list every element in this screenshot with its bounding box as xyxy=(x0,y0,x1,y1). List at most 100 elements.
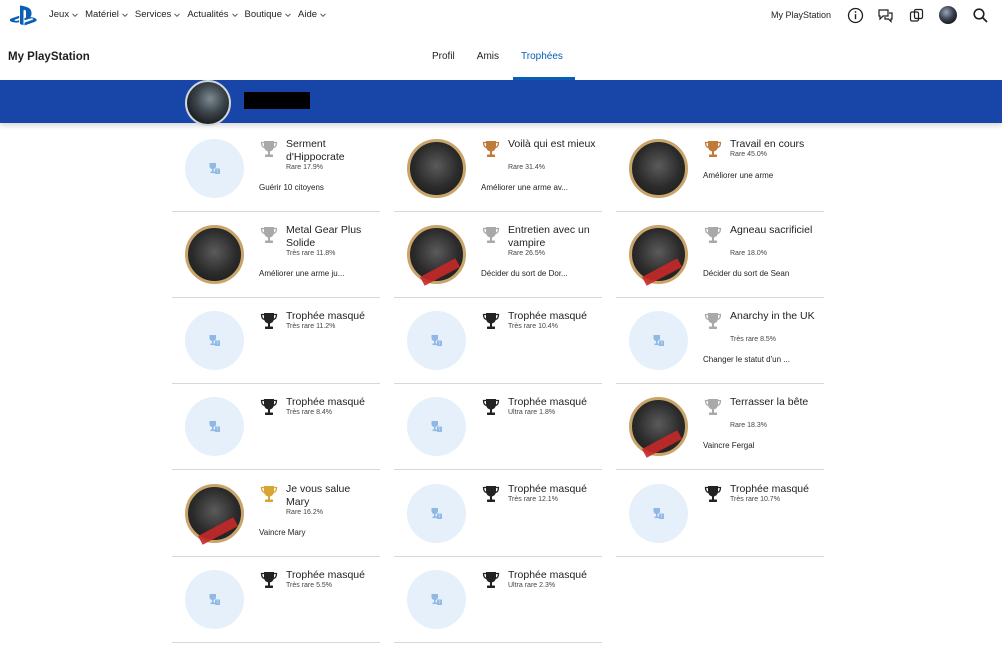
trophy-name: Trophée masqué xyxy=(286,569,365,581)
trophy-rarity: Très rare 11.8% xyxy=(286,250,336,257)
trophy-name: Voilà qui est mieux xyxy=(508,138,596,150)
trophy-description: Changer le statut d'un ... xyxy=(703,355,790,364)
trophy-description: Décider du sort de Dor... xyxy=(481,269,568,278)
trophy-card[interactable]: ? Trophée masqué Ultra rare 2.3% xyxy=(394,557,602,643)
main-menu: Jeux Matériel Services Actualités Boutique Ai… xyxy=(49,9,333,20)
trophy-name: Trophée masqué xyxy=(286,396,365,408)
menu-item-1[interactable]: Matériel xyxy=(85,9,129,20)
trophy-description: Vaincre Mary xyxy=(259,528,306,537)
trophy-name: Anarchy in the UK xyxy=(730,310,815,322)
notifications-icon[interactable] xyxy=(908,7,925,24)
hidden-trophy-icon xyxy=(703,484,723,504)
silver-trophy-icon xyxy=(703,311,723,331)
gold-trophy-icon xyxy=(259,484,279,504)
trophy-rarity: Rare 17.9% xyxy=(286,164,323,171)
menu-item-3[interactable]: Actualités xyxy=(187,9,238,20)
trophy-card[interactable]: ? Trophée masqué Ultra rare 1.8% xyxy=(394,384,602,470)
chevron-down-icon xyxy=(320,12,326,17)
bronze-trophy-icon xyxy=(703,139,723,159)
hidden-trophy-icon xyxy=(481,397,501,417)
menu-item-label: Services xyxy=(134,9,172,20)
menu-item-label: Matériel xyxy=(85,9,119,20)
hidden-trophy-icon: ? xyxy=(207,419,222,434)
playstation-logo-icon[interactable] xyxy=(10,5,38,27)
hidden-trophy-image: ? xyxy=(185,570,244,629)
trophy-name: Entretien avec un vampire xyxy=(508,224,590,249)
trophy-rarity: Très rare 5.5% xyxy=(286,582,333,589)
trophy-card[interactable]: Voilà qui est mieux Rare 31.4% Améliorer u… xyxy=(394,126,602,212)
trophy-card[interactable]: Entretien avec un vampire Rare 26.5% Décid… xyxy=(394,212,602,298)
hidden-trophy-icon xyxy=(259,397,279,417)
menu-item-0[interactable]: Jeux xyxy=(49,9,79,20)
trophy-name: Serment d'Hippocrate xyxy=(286,138,345,163)
silver-trophy-icon xyxy=(259,139,279,159)
trophy-rarity: Rare 26.5% xyxy=(508,250,545,257)
trophy-card[interactable]: ? Trophée masqué Très rare 8.4% xyxy=(172,384,380,470)
trophy-card[interactable]: ? Trophée masqué Très rare 10.4% xyxy=(394,298,602,384)
tab-0[interactable]: Profil xyxy=(432,51,455,62)
trophy-card[interactable]: Travail en cours Rare 45.0% Améliorer une … xyxy=(616,126,824,212)
trophy-name: Je vous salue Mary xyxy=(286,483,351,508)
trophy-rarity: Très rare 8.5% xyxy=(730,336,777,343)
hidden-trophy-image: ? xyxy=(185,139,244,198)
search-icon[interactable] xyxy=(972,7,989,24)
trophy-rarity: Ultra rare 2.3% xyxy=(508,582,556,589)
trophy-card[interactable]: Agneau sacrificiel Rare 18.0% Décider du s… xyxy=(616,212,824,298)
profile-avatar[interactable] xyxy=(185,80,231,126)
menu-item-5[interactable]: Aide xyxy=(298,9,327,20)
trophy-image xyxy=(629,397,688,456)
chevron-down-icon xyxy=(122,12,128,17)
tab-2[interactable]: Trophées xyxy=(521,51,563,62)
hidden-trophy-icon: ? xyxy=(207,333,222,348)
trophy-description: Améliorer une arme ju... xyxy=(259,269,345,278)
hidden-trophy-icon xyxy=(259,570,279,590)
hidden-trophy-icon: ? xyxy=(207,592,222,607)
trophy-rarity: Rare 18.3% xyxy=(730,422,767,429)
bronze-trophy-icon xyxy=(481,139,501,159)
trophy-name: Metal Gear Plus Solide xyxy=(286,224,362,249)
hidden-trophy-image: ? xyxy=(185,311,244,370)
chevron-down-icon xyxy=(174,12,181,17)
trophy-description: Améliorer une arme xyxy=(703,171,774,180)
trophy-card[interactable]: Metal Gear Plus Solide Très rare 11.8% Amé… xyxy=(172,212,380,298)
trophy-rarity: Ultra rare 1.8% xyxy=(508,409,556,416)
trophy-card[interactable]: ? Trophée masqué Très rare 5.5% xyxy=(172,557,380,643)
silver-trophy-icon xyxy=(259,225,279,245)
profile-tabs: Profil Amis Trophées xyxy=(432,51,585,62)
trophy-rarity: Rare 18.0% xyxy=(730,250,767,257)
chevron-down-icon xyxy=(231,12,238,17)
trophy-card[interactable]: ? Anarchy in the UK Très rare 8.5% Changer … xyxy=(616,298,824,384)
menu-item-2[interactable]: Services xyxy=(135,9,181,20)
trophy-description: Améliorer une arme av... xyxy=(481,183,568,192)
trophy-description: Décider du sort de Sean xyxy=(703,269,790,278)
hidden-trophy-icon: ? xyxy=(429,333,444,348)
trophy-image xyxy=(185,225,244,284)
tab-1[interactable]: Amis xyxy=(477,51,499,62)
silver-trophy-icon xyxy=(703,225,723,245)
info-icon[interactable] xyxy=(847,7,864,24)
trophy-rarity: Rare 16.2% xyxy=(286,509,323,516)
trophy-card[interactable]: ? Trophée masqué Très rare 12.1% xyxy=(394,471,602,557)
hidden-trophy-image: ? xyxy=(407,570,466,629)
avatar[interactable] xyxy=(939,6,957,24)
chevron-down-icon xyxy=(72,12,78,17)
trophy-rarity: Rare 31.4% xyxy=(508,164,545,171)
hidden-trophy-icon: ? xyxy=(429,419,444,434)
hidden-trophy-icon: ? xyxy=(651,333,666,348)
chat-icon[interactable] xyxy=(877,7,894,24)
trophy-card[interactable]: ? Serment d'Hippocrate Rare 17.9% Guérir 10… xyxy=(172,126,380,212)
trophy-name: Trophée masqué xyxy=(508,310,587,322)
trophy-card[interactable]: ? Trophée masqué Très rare 11.2% xyxy=(172,298,380,384)
hidden-trophy-icon xyxy=(259,311,279,331)
menu-item-4[interactable]: Boutique xyxy=(245,9,293,20)
menu-item-label: Boutique xyxy=(244,9,283,20)
chevron-down-icon xyxy=(285,12,291,17)
trophy-card[interactable]: Je vous salue Mary Rare 16.2% Vaincre Mary xyxy=(172,471,380,557)
trophy-description: Guérir 10 citoyens xyxy=(259,183,324,192)
trophy-card[interactable]: ? Trophée masqué Très rare 10.7% xyxy=(616,471,824,557)
trophy-rarity: Très rare 11.2% xyxy=(286,323,336,330)
my-playstation-link[interactable]: My PlayStation xyxy=(771,10,831,20)
trophy-rarity: Très rare 10.4% xyxy=(508,323,558,330)
hidden-trophy-image: ? xyxy=(407,311,466,370)
trophy-card[interactable]: Terrasser la bête Rare 18.3% Vaincre Ferga… xyxy=(616,384,824,470)
